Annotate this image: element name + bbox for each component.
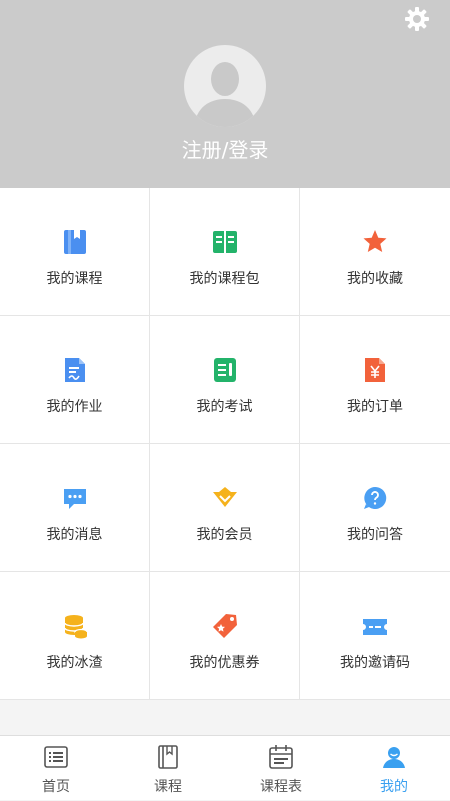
- tab-courses[interactable]: 课程: [112, 736, 224, 801]
- menu-item-label: 我的邀请码: [340, 655, 410, 671]
- menu-item-my-courses[interactable]: 我的课程: [0, 188, 150, 316]
- tab-schedule[interactable]: 课程表: [225, 736, 337, 801]
- user-avatar-placeholder-icon: [194, 62, 256, 127]
- menu-item-label: 我的问答: [347, 527, 403, 543]
- tab-label: 首页: [42, 779, 70, 795]
- menu-item-my-favorites[interactable]: 我的收藏: [300, 188, 450, 316]
- gear-icon[interactable]: [404, 6, 430, 32]
- homework-icon: [65, 358, 85, 382]
- schedule-icon: [269, 745, 293, 769]
- tab-home[interactable]: 首页: [0, 736, 112, 801]
- tab-label: 我的: [380, 779, 408, 795]
- profile-icon: [383, 747, 405, 768]
- menu-grid: 我的课程 我的课程包 我的收藏 我的作业 我的考试 我的订单 我的消息 我的会员…: [0, 188, 450, 700]
- menu-item-label: 我的作业: [46, 399, 103, 415]
- exam-icon: [214, 358, 236, 382]
- message-icon: [64, 489, 86, 509]
- book-icon: [64, 230, 86, 254]
- menu-item-label: 我的课程包: [189, 271, 260, 287]
- ticket-icon: [363, 619, 387, 635]
- login-register-link[interactable]: 注册/登录: [0, 134, 450, 163]
- profile-header: 注册/登录: [0, 0, 450, 188]
- menu-item-my-homework[interactable]: 我的作业: [0, 316, 150, 444]
- menu-item-label: 我的冰渣: [46, 655, 103, 671]
- tab-mine[interactable]: 我的: [338, 736, 450, 801]
- menu-item-my-coupons[interactable]: 我的优惠券: [150, 572, 300, 700]
- menu-item-my-course-packages[interactable]: 我的课程包: [150, 188, 300, 316]
- bottom-tab-bar: 首页 课程 课程表 我的: [0, 735, 450, 800]
- open-book-icon: [213, 231, 237, 253]
- menu-item-my-exams[interactable]: 我的考试: [150, 316, 300, 444]
- menu-item-my-orders[interactable]: 我的订单: [300, 316, 450, 444]
- avatar[interactable]: [184, 45, 266, 127]
- menu-item-label: 我的订单: [347, 399, 403, 415]
- menu-item-label: 我的课程: [46, 271, 103, 287]
- menu-item-label: 我的考试: [196, 399, 253, 415]
- menu-item-my-membership[interactable]: 我的会员: [150, 444, 300, 572]
- menu-item-label: 我的消息: [46, 527, 103, 543]
- menu-item-my-invite-code[interactable]: 我的邀请码: [300, 572, 450, 700]
- star-icon: [363, 230, 387, 252]
- question-icon: [364, 486, 387, 509]
- coins-icon: [64, 615, 88, 639]
- menu-item-my-qa[interactable]: 我的问答: [300, 444, 450, 572]
- menu-item-my-messages[interactable]: 我的消息: [0, 444, 150, 572]
- home-list-icon: [44, 746, 68, 768]
- coupon-tag-icon: [213, 614, 237, 638]
- tab-label: 课程: [154, 779, 182, 795]
- menu-item-label: 我的优惠券: [189, 655, 260, 671]
- tab-label: 课程表: [260, 779, 302, 795]
- menu-item-label: 我的会员: [196, 527, 253, 543]
- menu-item-my-bingzha[interactable]: 我的冰渣: [0, 572, 150, 700]
- vip-diamond-icon: [213, 487, 237, 507]
- menu-item-label: 我的收藏: [347, 271, 403, 287]
- course-book-icon: [158, 745, 178, 769]
- order-icon: [365, 358, 385, 382]
